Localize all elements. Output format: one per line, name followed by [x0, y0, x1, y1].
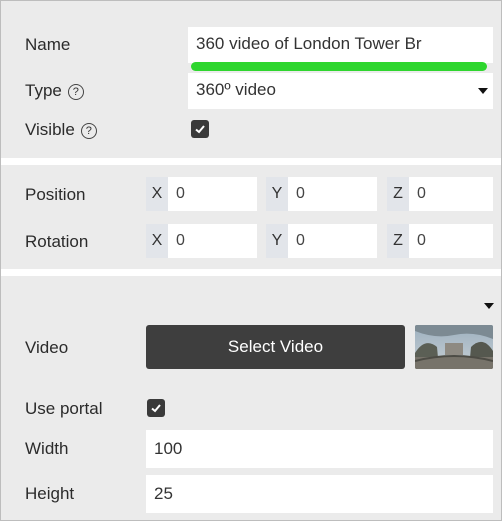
- axis-label-y: Y: [266, 177, 288, 211]
- properties-panel: Name 360 video of London Tower Br Type? …: [0, 0, 502, 521]
- type-select[interactable]: 360º video: [188, 73, 493, 109]
- check-icon: [151, 404, 161, 413]
- position-label: Position: [25, 185, 86, 204]
- type-label: Type?: [25, 80, 84, 102]
- position-z-input[interactable]: Z 0: [387, 177, 493, 211]
- name-input[interactable]: 360 video of London Tower Br: [188, 27, 493, 63]
- axis-label-x: X: [146, 177, 168, 211]
- rotation-z-input[interactable]: Z 0: [387, 224, 493, 258]
- rotation-y-input[interactable]: Y 0: [266, 224, 377, 258]
- video-thumbnail: [415, 325, 493, 369]
- axis-label-y: Y: [266, 224, 288, 258]
- video-label: Video: [25, 338, 69, 357]
- section-divider: [1, 269, 501, 276]
- rotation-label: Rotation: [25, 232, 89, 251]
- position-y-input[interactable]: Y 0: [266, 177, 377, 211]
- width-input[interactable]: 100: [146, 430, 493, 468]
- help-icon[interactable]: ?: [80, 123, 97, 139]
- check-icon: [195, 125, 205, 134]
- type-select-value: 360º video: [196, 80, 276, 99]
- visible-label: Visible?: [25, 119, 97, 141]
- height-label: Height: [25, 484, 75, 503]
- select-video-button[interactable]: Select Video: [146, 325, 405, 369]
- height-input[interactable]: 25: [146, 475, 493, 513]
- axis-label-x: X: [146, 224, 168, 258]
- axis-label-z: Z: [387, 177, 409, 211]
- name-label: Name: [25, 35, 71, 54]
- visible-checkbox[interactable]: [191, 120, 209, 138]
- position-x-input[interactable]: X 0: [146, 177, 257, 211]
- width-label: Width: [25, 439, 69, 458]
- chevron-down-icon: [478, 88, 488, 94]
- name-progress-bar: [191, 62, 487, 71]
- use-portal-label: Use portal: [25, 399, 103, 418]
- axis-label-z: Z: [387, 224, 409, 258]
- help-icon[interactable]: ?: [67, 84, 84, 100]
- collapse-toggle-icon[interactable]: [484, 303, 494, 309]
- section-divider: [1, 158, 501, 165]
- use-portal-checkbox[interactable]: [147, 399, 165, 417]
- rotation-x-input[interactable]: X 0: [146, 224, 257, 258]
